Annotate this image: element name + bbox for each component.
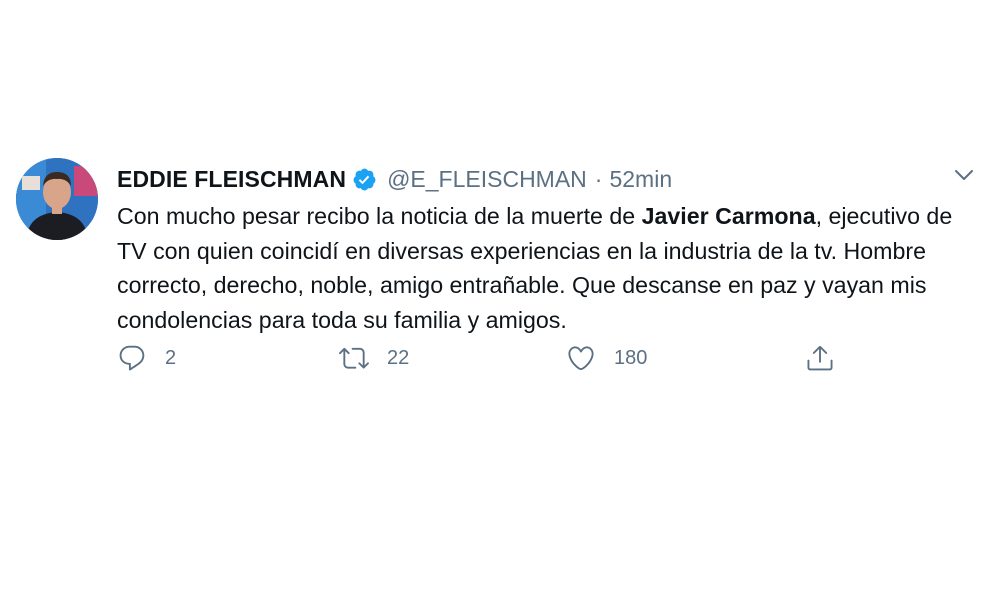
share-button[interactable] [805, 340, 835, 376]
mentioned-name: Javier Carmona [641, 203, 816, 229]
avatar-photo [16, 158, 98, 240]
retweet-button[interactable]: 22 [339, 340, 409, 376]
avatar[interactable] [16, 158, 98, 240]
chevron-down-icon [955, 170, 973, 180]
tweet-actions: 2 22 180 [117, 340, 857, 376]
reply-icon [119, 345, 145, 371]
retweet-icon [339, 347, 369, 369]
tweet[interactable]: EDDIE FLEISCHMAN @E_FLEISCHMAN · 52min C… [16, 155, 986, 395]
share-icon [807, 345, 833, 371]
heart-icon [568, 346, 594, 371]
tweet-header: EDDIE FLEISCHMAN @E_FLEISCHMAN · 52min [117, 161, 672, 197]
more-options-button[interactable] [950, 161, 978, 189]
verified-badge-icon [352, 167, 377, 192]
tweet-text-part1: Con mucho pesar recibo la noticia de la … [117, 203, 642, 229]
reply-count: 2 [165, 346, 177, 369]
reply-button[interactable]: 2 [117, 340, 176, 376]
separator-dot: · [594, 165, 603, 192]
like-button[interactable]: 180 [566, 340, 647, 376]
retweet-count: 22 [387, 346, 410, 369]
display-name[interactable]: EDDIE FLEISCHMAN [117, 166, 346, 193]
user-handle[interactable]: @E_FLEISCHMAN [387, 166, 587, 193]
tweet-text: Con mucho pesar recibo la noticia de la … [117, 199, 987, 337]
like-count: 180 [614, 346, 648, 369]
timestamp[interactable]: 52min [609, 166, 672, 193]
